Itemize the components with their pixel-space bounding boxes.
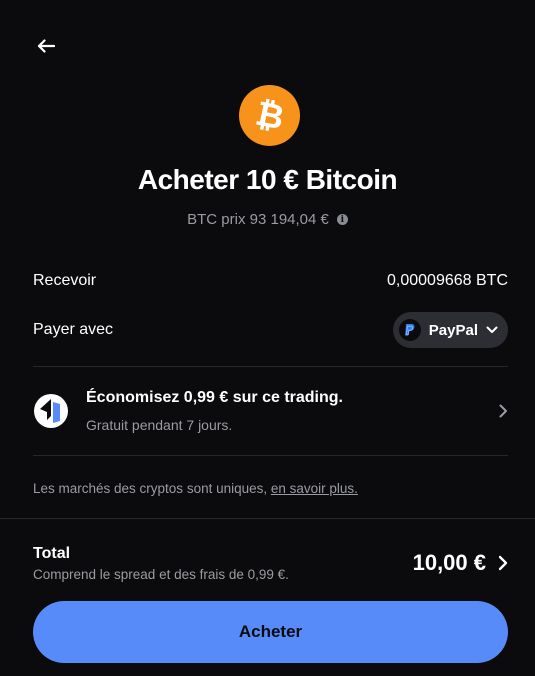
payment-method-selector[interactable]: PayPal — [392, 312, 508, 348]
total-subtitle: Comprend le spread et des frais de 0,99 … — [33, 566, 289, 582]
back-button[interactable] — [34, 34, 58, 58]
promo-banner[interactable]: Économisez 0,99 € sur ce trading. Gratui… — [33, 367, 508, 455]
receive-value: 0,00009668 BTC — [387, 272, 508, 289]
receive-label: Recevoir — [33, 272, 97, 289]
payment-label: Payer avec — [33, 321, 114, 338]
learn-more-link[interactable]: en savoir plus. — [271, 481, 358, 496]
total-row[interactable]: Total Comprend le spread et des frais de… — [33, 541, 508, 585]
total-label: Total — [33, 544, 71, 562]
info-icon[interactable]: i — [336, 214, 348, 225]
total-value: 10,00 € — [412, 550, 486, 575]
bitcoin-icon: ₿ — [239, 85, 300, 146]
paypal-icon — [398, 319, 421, 341]
divider — [0, 518, 535, 519]
arrow-left-icon — [37, 39, 55, 53]
total-info: Total Comprend le spread et des frais de… — [33, 545, 289, 582]
promo-text: Économisez 0,99 € sur ce trading. Gratui… — [86, 389, 499, 433]
btc-price-text: BTC prix 93 194,04 € — [187, 211, 329, 228]
buy-button[interactable]: Acheter — [33, 601, 508, 663]
disclaimer-text: Les marchés des cryptos sont uniques, — [33, 481, 271, 496]
receive-row: Recevoir 0,00009668 BTC — [33, 270, 508, 292]
coinbase-one-icon — [34, 394, 68, 428]
chevron-right-icon — [498, 555, 508, 571]
bitcoin-glyph: ₿ — [251, 93, 288, 138]
promo-title: Économisez 0,99 € sur ce trading. — [86, 389, 343, 406]
promo-subtitle: Gratuit pendant 7 jours. — [86, 417, 233, 433]
payment-method-label: PayPal — [428, 321, 478, 339]
total-amount-group: 10,00 € — [413, 550, 508, 576]
chevron-right-icon — [499, 404, 507, 418]
disclaimer: Les marchés des cryptos sont uniques, en… — [33, 481, 358, 496]
btc-price: BTC prix 93 194,04 € i — [0, 211, 535, 228]
divider — [33, 455, 508, 456]
chevron-down-icon — [486, 326, 498, 333]
page-title: Acheter 10 € Bitcoin — [137, 164, 398, 195]
payment-row: Payer avec PayPal — [33, 312, 508, 348]
